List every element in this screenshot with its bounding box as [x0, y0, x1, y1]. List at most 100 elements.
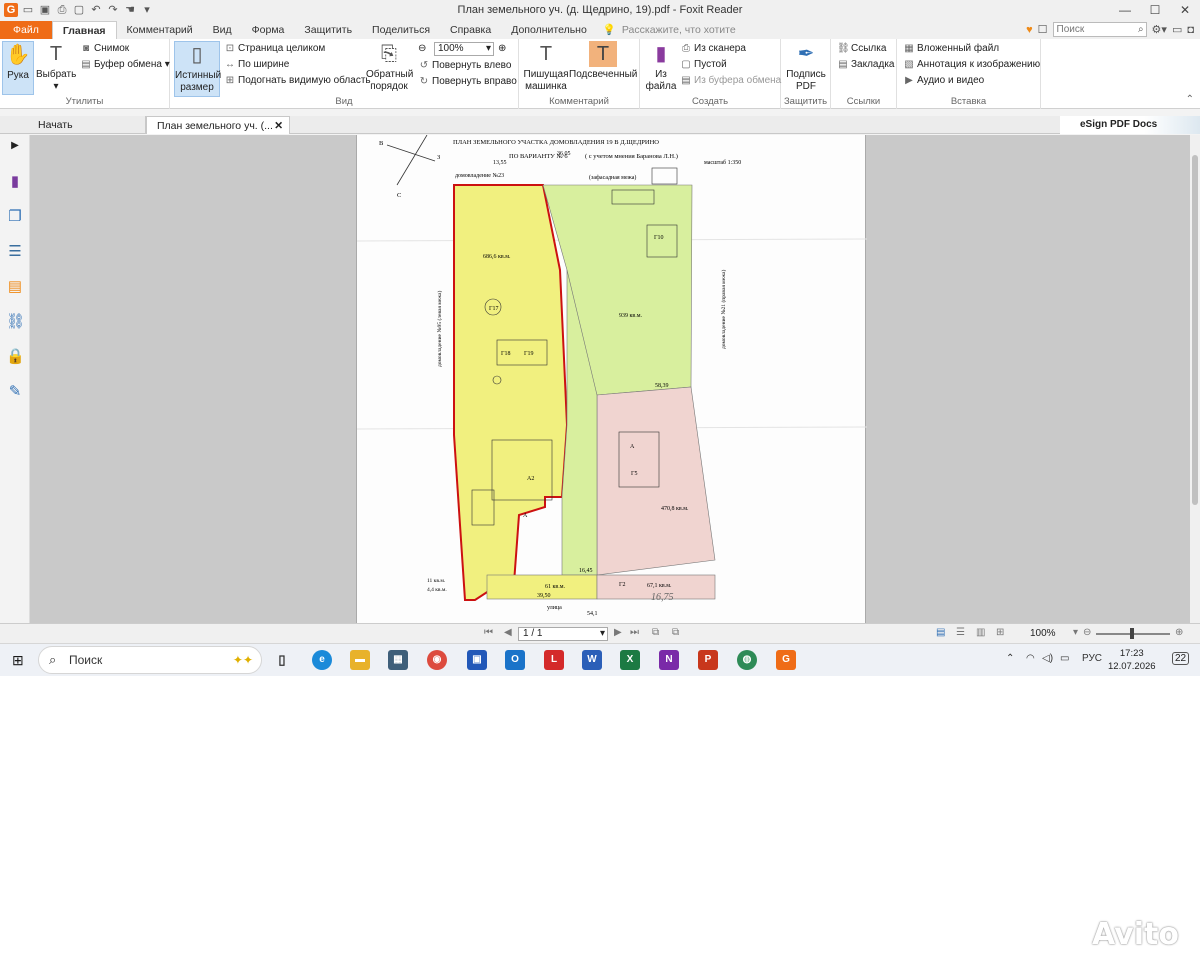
fit-width-button[interactable]: ↔ По ширине — [224, 58, 289, 72]
expand-panel-icon[interactable]: ▶ — [6, 137, 24, 155]
ribbon-toggle-icon[interactable]: ▭ — [1172, 23, 1182, 36]
next-view-icon[interactable]: ⧉ — [672, 627, 679, 638]
clipboard-button[interactable]: ▤ Буфер обмена ▾ — [80, 58, 170, 72]
from-scanner-button[interactable]: ⎙ Из сканера — [680, 42, 746, 56]
status-zoom-in-icon[interactable]: ⊕ — [1175, 627, 1183, 638]
language-indicator[interactable]: РУС — [1082, 653, 1102, 664]
tab-extras[interactable]: Дополнительно — [501, 21, 597, 39]
next-page-icon[interactable]: ▶ — [614, 627, 622, 638]
first-page-icon[interactable]: ⏮ — [484, 627, 493, 638]
fit-page-button[interactable]: ⊡ Страница целиком — [224, 42, 326, 56]
onenote-icon[interactable]: N — [659, 650, 679, 670]
collapse-ribbon-icon[interactable]: ⌃ — [1186, 94, 1194, 105]
powerpoint-icon[interactable]: P — [698, 650, 718, 670]
outlook-icon[interactable]: O — [505, 650, 525, 670]
chat-icon[interactable]: ☐ — [1038, 23, 1048, 36]
comments-icon[interactable]: ▤ — [6, 278, 24, 296]
page-number-input[interactable]: 1 / 1 ▾ — [518, 627, 608, 641]
zoom-out-icon[interactable]: ⊖ — [418, 42, 426, 56]
heart-icon[interactable]: ♥ — [1026, 24, 1033, 36]
close-tab-icon[interactable]: ✕ — [274, 117, 283, 135]
reverse-order-button[interactable]: ⎘ Обратный порядок — [366, 41, 413, 93]
task-view-icon[interactable]: ▯ — [272, 650, 292, 670]
from-clipboard-button[interactable]: ▤ Из буфера обмена — [680, 74, 781, 88]
document-canvas[interactable]: ПЛАН ЗЕМЕЛЬНОГО УЧАСТКА ДОМОВЛАДЕНИЯ 19 … — [30, 135, 1190, 623]
edge-icon[interactable]: e — [312, 650, 332, 670]
tab-view[interactable]: Вид — [203, 21, 242, 39]
tab-help[interactable]: Справка — [440, 21, 501, 39]
store-icon[interactable]: ▣ — [467, 650, 487, 670]
page-dropdown-icon[interactable]: ▾ — [600, 628, 605, 640]
windows-start-icon[interactable]: ⊞ — [12, 652, 24, 669]
maximize-button[interactable]: ☐ — [1140, 0, 1170, 21]
hand-button[interactable]: ✋ Рука — [2, 41, 34, 95]
settings-gear-icon[interactable]: ⚙▾ — [1152, 23, 1167, 36]
zoom-select[interactable]: 100% ▾ — [434, 42, 494, 56]
calculator-icon[interactable]: ▦ — [388, 650, 408, 670]
audio-video-button[interactable]: ▶ Аудио и видео — [903, 74, 984, 88]
layers-icon[interactable]: ☰ — [6, 243, 24, 261]
lock-icon[interactable]: 🔒 — [6, 348, 25, 366]
actual-size-button[interactable]: ▯ Истинный размер — [174, 41, 221, 97]
continuous-facing-icon[interactable]: ⊞ — [996, 627, 1004, 638]
zoom-slider-thumb[interactable] — [1130, 628, 1134, 639]
rotate-right-button[interactable]: ↻ Повернуть вправо — [418, 75, 517, 89]
zoom-dropdown-icon[interactable]: ▾ — [1073, 627, 1078, 638]
vertical-scrollbar[interactable] — [1190, 135, 1200, 623]
excel-icon[interactable]: X — [620, 650, 640, 670]
status-zoom-value[interactable]: 100% — [1030, 628, 1056, 639]
highlight-button[interactable]: T Подсвеченный — [569, 41, 637, 81]
tab-form[interactable]: Форма — [242, 21, 295, 39]
account-icon[interactable]: ◘ — [1187, 24, 1194, 36]
tab-share[interactable]: Поделиться — [362, 21, 440, 39]
search-icon[interactable]: ⌕ — [1138, 23, 1144, 36]
status-zoom-out-icon[interactable]: ⊖ — [1083, 627, 1091, 638]
fit-visible-button[interactable]: ⊞ Подогнать видимую область — [224, 74, 371, 88]
app-l-icon[interactable]: L — [544, 650, 564, 670]
page-thumbnail-icon[interactable]: ▮ — [6, 173, 24, 191]
notification-badge[interactable]: 22 — [1172, 652, 1190, 665]
blank-button[interactable]: ▢ Пустой — [680, 58, 726, 72]
from-file-button[interactable]: ▮ Из файла — [644, 41, 678, 93]
pages-icon[interactable]: ❐ — [6, 208, 24, 226]
taskbar-search[interactable]: ⌕ Поиск ✦✦ — [38, 646, 262, 674]
link-button[interactable]: ⛓Ссылка — [837, 42, 886, 56]
bookmark-button[interactable]: ▤ Закладка — [837, 58, 894, 72]
volume-icon[interactable]: ◁) — [1042, 653, 1053, 664]
prev-page-icon[interactable]: ◀ — [504, 627, 512, 638]
tray-expand-icon[interactable]: ⌃ — [1006, 653, 1014, 664]
image-annotation-button[interactable]: ▧ Аннотация к изображению — [903, 58, 1040, 72]
file-explorer-icon[interactable]: ▬ — [350, 650, 370, 670]
sign-pdf-button[interactable]: ✒ Подпись PDF — [784, 41, 828, 93]
tab-file[interactable]: Файл — [0, 21, 52, 39]
select-button[interactable]: T Выбрать ▾ — [36, 41, 76, 93]
last-page-icon[interactable]: ⏭ — [630, 627, 639, 638]
taskbar-clock[interactable]: 17:23 12.07.2026 — [1108, 647, 1156, 673]
zoom-in-icon[interactable]: ⊕ — [498, 42, 506, 56]
tab-document[interactable]: План земельного уч. (... ✕ — [146, 116, 290, 134]
typewriter-button[interactable]: T Пишущая машинка — [523, 41, 569, 93]
rotate-left-button[interactable]: ↺ Повернуть влево — [418, 59, 512, 73]
chrome-icon[interactable]: ◉ — [427, 650, 447, 670]
single-page-icon[interactable]: ▤ — [936, 627, 945, 638]
esign-banner[interactable]: eSign PDF Docs — [1060, 116, 1200, 134]
wifi-icon[interactable]: ◠ — [1026, 653, 1035, 664]
foxit-taskbar-icon[interactable]: G — [776, 650, 796, 670]
scroll-thumb[interactable] — [1192, 155, 1198, 505]
tab-home[interactable]: Главная — [51, 21, 117, 39]
file-attachment-button[interactable]: ▦ Вложенный файл — [903, 42, 999, 56]
globe-icon[interactable]: ◍ — [737, 650, 757, 670]
tell-me-input[interactable]: Расскажите, что хотите — [622, 21, 736, 39]
snapshot-button[interactable]: ◙ Снимок — [80, 42, 129, 56]
continuous-icon[interactable]: ☰ — [956, 627, 965, 638]
tab-start[interactable]: Начать — [28, 116, 146, 134]
signature-panel-icon[interactable]: ✎ — [6, 383, 24, 401]
previous-view-icon[interactable]: ⧉ — [652, 627, 659, 638]
tab-comment[interactable]: Комментарий — [117, 21, 203, 39]
search-input[interactable]: Поиск ⌕ — [1052, 22, 1147, 37]
word-icon[interactable]: W — [582, 650, 602, 670]
facing-icon[interactable]: ▥ — [976, 627, 985, 638]
close-button[interactable]: ✕ — [1170, 0, 1200, 21]
tab-protect[interactable]: Защитить — [294, 21, 362, 39]
attachment-panel-icon[interactable]: ⛓ — [6, 313, 25, 331]
